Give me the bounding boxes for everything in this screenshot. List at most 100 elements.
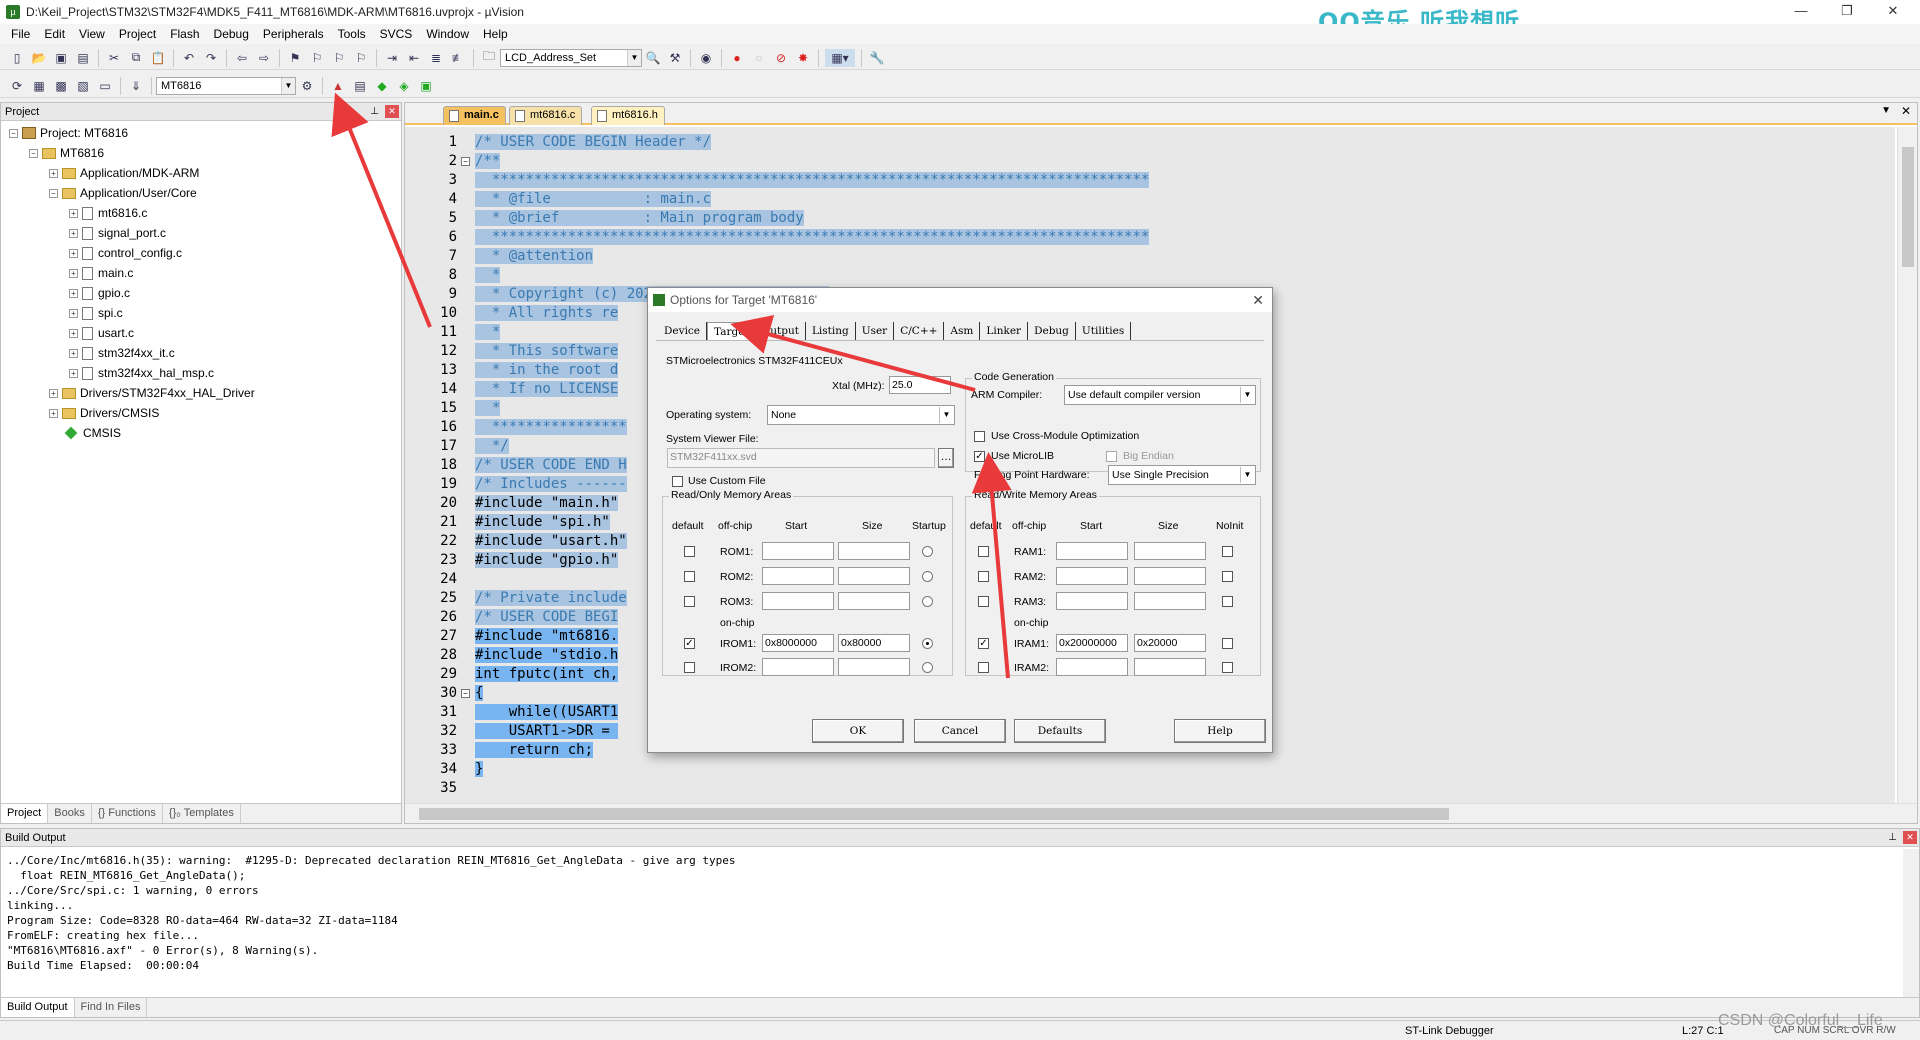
uncomment-icon[interactable]: ≢ — [449, 49, 467, 67]
expand-icon[interactable]: + — [69, 368, 78, 378]
close-tab-icon[interactable]: ✕ — [1901, 104, 1911, 118]
unindent-icon[interactable]: ⇤ — [405, 49, 423, 67]
irom2-startup-radio[interactable] — [922, 662, 933, 673]
ram2-start-input[interactable] — [1056, 567, 1128, 585]
ok-button[interactable]: OK — [812, 719, 904, 743]
nav-back-icon[interactable]: ⇦ — [233, 49, 251, 67]
tab-utilities[interactable]: Utilities — [1076, 322, 1132, 340]
tree-group[interactable]: + Application/MDK-ARM — [49, 165, 199, 181]
rom3-size-input[interactable] — [838, 592, 910, 610]
code-line[interactable]: * in the root d — [475, 361, 619, 380]
code-line[interactable]: #include "stdio.h — [475, 646, 619, 665]
menu-debug[interactable]: Debug — [207, 27, 256, 41]
redo-icon[interactable]: ↷ — [202, 49, 220, 67]
restore-icon[interactable]: ❐ — [1824, 0, 1870, 24]
stop-build-icon[interactable]: ▭ — [96, 77, 114, 95]
kill-breakpoints-icon[interactable]: ✸ — [794, 49, 812, 67]
expand-icon[interactable]: + — [69, 348, 78, 358]
expand-icon[interactable]: + — [69, 268, 78, 278]
open-file-icon[interactable]: 📂 — [30, 49, 48, 67]
breakpoint-icon[interactable]: ● — [728, 49, 746, 67]
menu-file[interactable]: File — [4, 27, 37, 41]
compiler-select[interactable]: Use default compiler version ▼ — [1064, 385, 1256, 405]
tree-file[interactable]: + usart.c — [69, 325, 134, 341]
tree-file[interactable]: + stm32f4xx_hal_msp.c — [69, 365, 214, 381]
build-icon[interactable]: ▦ — [30, 77, 48, 95]
find-in-files-icon[interactable]: 🗀 — [480, 49, 498, 67]
scroll-thumb[interactable] — [1902, 147, 1914, 267]
rebuild-icon[interactable]: ▩ — [52, 77, 70, 95]
tree-file[interactable]: + main.c — [69, 265, 133, 281]
code-line[interactable]: ****************************************… — [475, 171, 1150, 190]
collapse-icon[interactable]: − — [29, 148, 38, 158]
pack-installer-icon[interactable]: ◆ — [373, 77, 391, 95]
tree-file[interactable]: + spi.c — [69, 305, 123, 321]
big-endian-checkbox[interactable] — [1106, 451, 1117, 462]
tree-file[interactable]: + signal_port.c — [69, 225, 166, 241]
ram3-noinit-checkbox[interactable] — [1222, 596, 1233, 607]
pin-icon[interactable]: ⊥ — [370, 103, 379, 121]
fpu-select[interactable]: Use Single Precision ▼ — [1108, 465, 1256, 485]
irom2-default-checkbox[interactable] — [684, 662, 695, 673]
fold-icon[interactable]: − — [461, 689, 470, 698]
fold-icon[interactable]: − — [461, 157, 470, 166]
manage-project-items-icon[interactable]: ▲ — [329, 77, 347, 95]
tab-output[interactable]: Output — [756, 322, 806, 340]
menu-edit[interactable]: Edit — [37, 27, 72, 41]
window-layout-icon[interactable]: ▦▾ — [825, 48, 855, 67]
rom3-startup-radio[interactable] — [922, 596, 933, 607]
tree-cmsis[interactable]: CMSIS — [64, 425, 121, 441]
horizontal-scrollbar[interactable] — [405, 803, 1917, 823]
code-line[interactable]: */ — [475, 437, 509, 456]
tab-debug[interactable]: Debug — [1028, 322, 1076, 340]
code-line[interactable]: return ch; — [475, 741, 594, 760]
translate-icon[interactable]: ⟳ — [8, 77, 26, 95]
code-line[interactable]: int fputc(int ch, — [475, 665, 619, 684]
tab-device[interactable]: Device — [658, 322, 708, 340]
close-panel-icon[interactable]: ✕ — [385, 105, 399, 118]
tab-templates[interactable]: {}₀ Templates — [163, 804, 241, 823]
tree-file[interactable]: + gpio.c — [69, 285, 130, 301]
os-select[interactable]: None ▼ — [767, 405, 955, 425]
irom2-start-input[interactable] — [762, 658, 834, 676]
configure-icon[interactable]: 🔧 — [868, 49, 886, 67]
target-select[interactable]: MT6816 ▼ — [156, 76, 296, 95]
custom-file-checkbox[interactable] — [672, 476, 683, 487]
close-dialog-icon[interactable]: ✕ — [1252, 288, 1264, 312]
irom1-start-input[interactable]: 0x8000000 — [762, 634, 834, 652]
copy-icon[interactable]: ⧉ — [127, 49, 145, 67]
tab-mt6816-h[interactable]: mt6816.h — [591, 106, 665, 125]
code-line[interactable]: /* USER CODE BEGI — [475, 608, 619, 627]
iram2-start-input[interactable] — [1056, 658, 1128, 676]
iram1-size-input[interactable]: 0x20000 — [1134, 634, 1206, 652]
expand-icon[interactable]: + — [69, 328, 78, 338]
undo-icon[interactable]: ↶ — [180, 49, 198, 67]
find-icon[interactable]: 🔍 — [644, 49, 662, 67]
iram1-default-checkbox[interactable]: ✓ — [978, 638, 989, 649]
tree-root[interactable]: − Project: MT6816 — [9, 125, 128, 141]
tree-group[interactable]: + Drivers/CMSIS — [49, 405, 159, 421]
tree-group[interactable]: − Application/User/Core — [49, 185, 197, 201]
ram3-size-input[interactable] — [1134, 592, 1206, 610]
tab-cc[interactable]: C/C++ — [894, 322, 945, 340]
browse-svd-button[interactable]: … — [938, 448, 954, 468]
code-line[interactable]: * If no LICENSE — [475, 380, 619, 399]
tab-list-chevron-icon[interactable]: ▼ — [1881, 105, 1891, 116]
code-line[interactable]: * — [475, 323, 501, 342]
rom1-startup-radio[interactable] — [922, 546, 933, 557]
batch-build-icon[interactable]: ▧ — [74, 77, 92, 95]
code-line[interactable]: ****************************************… — [475, 228, 1150, 247]
ram2-default-checkbox[interactable] — [978, 571, 989, 582]
tab-main-c[interactable]: main.c — [443, 106, 506, 125]
close-window-icon[interactable]: ✕ — [1870, 0, 1916, 24]
tab-target[interactable]: Target — [707, 322, 756, 340]
disable-breakpoint-icon[interactable]: ○ — [750, 49, 768, 67]
expand-icon[interactable]: + — [69, 248, 78, 258]
code-line[interactable]: * @brief : Main program body — [475, 209, 804, 228]
tab-find-in-files[interactable]: Find In Files — [75, 998, 148, 1017]
expand-icon[interactable]: + — [49, 408, 58, 418]
rom2-default-checkbox[interactable] — [684, 571, 695, 582]
tab-asm[interactable]: Asm — [944, 322, 981, 340]
tab-mt6816-c[interactable]: mt6816.c — [509, 106, 583, 125]
expand-icon[interactable]: + — [69, 288, 78, 298]
